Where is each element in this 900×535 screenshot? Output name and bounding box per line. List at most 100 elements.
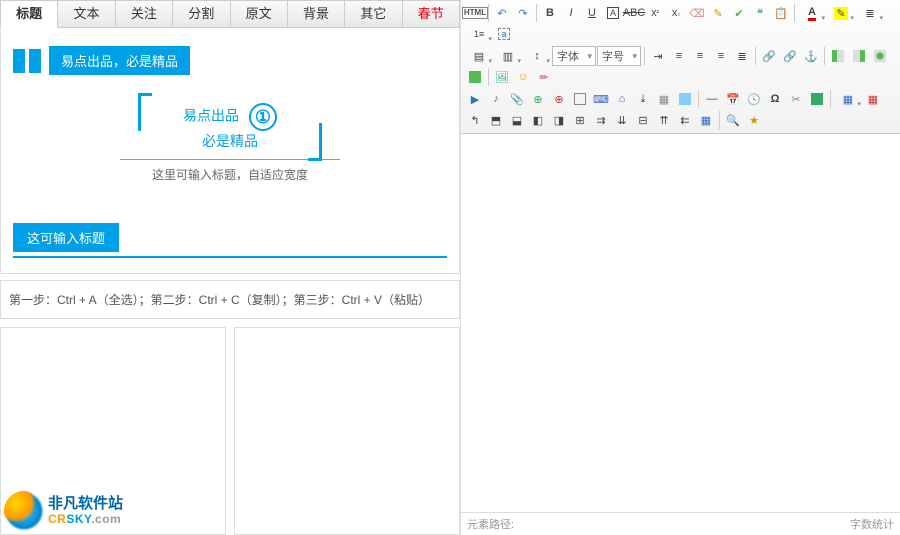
image-center-button[interactable]: [870, 46, 890, 66]
font-family-select[interactable]: 字体: [552, 46, 596, 66]
rowspacing-bottom-button[interactable]: ▥: [494, 46, 522, 66]
tab-other[interactable]: 其它: [345, 0, 402, 28]
tab-title[interactable]: 标题: [0, 0, 58, 28]
snapscreen-button[interactable]: ✂: [786, 89, 806, 109]
site-logo: 非凡软件站 CRSKY.com: [4, 491, 123, 531]
charts-button[interactable]: ▦: [696, 110, 716, 130]
italic-button[interactable]: I: [561, 3, 581, 23]
merge-down-button[interactable]: ⇊: [612, 110, 632, 130]
indent-button[interactable]: ⇥: [648, 46, 668, 66]
superscript-button[interactable]: x²: [645, 3, 665, 23]
underline-button[interactable]: U: [582, 3, 602, 23]
music-button[interactable]: ♪: [486, 89, 506, 109]
image-right-button[interactable]: [849, 46, 869, 66]
insert-table-button[interactable]: ▦: [834, 89, 862, 109]
emoticon-button[interactable]: ☺: [513, 67, 533, 87]
autotype-button[interactable]: ✔: [729, 3, 749, 23]
template-item-1[interactable]: 易点出品，必是精品 易点出品 ① 必是精品 这里可输入标题，自适应宽度: [13, 46, 447, 193]
tab-holiday[interactable]: 春节: [403, 0, 460, 28]
searchreplace-button[interactable]: 🔍: [723, 110, 743, 130]
source-button[interactable]: HTML: [465, 3, 485, 23]
wordimage-button[interactable]: [807, 89, 827, 109]
template-list[interactable]: 易点出品，必是精品 易点出品 ① 必是精品 这里可输入标题，自适应宽度 这可输入…: [0, 28, 460, 274]
attachment-button[interactable]: 📎: [507, 89, 527, 109]
backcolor-button[interactable]: ✎: [827, 3, 855, 23]
logo-line1: 非凡软件站: [48, 496, 123, 513]
insert-row-button[interactable]: ⬒: [486, 110, 506, 130]
scrawl-button[interactable]: ✏: [534, 67, 554, 87]
tpl1-line1: 易点出品: [183, 108, 239, 124]
insert-frame-button[interactable]: [570, 89, 590, 109]
anchor-button[interactable]: ⚓: [801, 46, 821, 66]
selectall-button[interactable]: a: [494, 24, 514, 44]
align-right-button[interactable]: ≡: [711, 46, 731, 66]
background-button[interactable]: [675, 89, 695, 109]
preview-box-2[interactable]: [234, 327, 460, 535]
horizontal-button[interactable]: —: [702, 89, 722, 109]
spechars-button[interactable]: Ω: [765, 89, 785, 109]
delete-table-button[interactable]: ▦: [863, 89, 883, 109]
tpl1-tag: 易点出品，必是精品: [49, 46, 190, 75]
align-justify-button[interactable]: ≣: [732, 46, 752, 66]
editor-body[interactable]: [461, 134, 900, 512]
image-none-button[interactable]: [465, 67, 485, 87]
gmap-button[interactable]: ⊕: [549, 89, 569, 109]
word-count[interactable]: 字数统计: [850, 516, 894, 532]
tpl1-line2: 必是精品: [202, 133, 258, 149]
instructions-bar: 第一步：Ctrl + A（全选）；第二步：Ctrl + C（复制）；第三步：Ct…: [0, 280, 460, 319]
link-button[interactable]: 🔗: [759, 46, 779, 66]
tab-text[interactable]: 文本: [58, 0, 115, 28]
template-item-2[interactable]: 这可输入标题: [13, 223, 447, 258]
font-border-button[interactable]: A: [603, 3, 623, 23]
tab-follow[interactable]: 关注: [116, 0, 173, 28]
split-cols-button[interactable]: ⇇: [675, 110, 695, 130]
template-button[interactable]: ▦: [654, 89, 674, 109]
pasteplain-button[interactable]: 📋: [771, 3, 791, 23]
split-cells-button[interactable]: ⊟: [633, 110, 653, 130]
subscript-button[interactable]: x₂: [666, 3, 686, 23]
clear-format-button[interactable]: ⌫: [687, 3, 707, 23]
element-path[interactable]: 元素路径:: [467, 516, 514, 532]
tab-divider[interactable]: 分割: [173, 0, 230, 28]
insert-col-button[interactable]: ◧: [528, 110, 548, 130]
ordered-list-button[interactable]: 1≡: [465, 24, 493, 44]
format-match-button[interactable]: ✎: [708, 3, 728, 23]
tab-background[interactable]: 背景: [288, 0, 345, 28]
undo-button[interactable]: ↶: [492, 3, 512, 23]
map-button[interactable]: ⊕: [528, 89, 548, 109]
insert-video-button[interactable]: ▶: [465, 89, 485, 109]
font-size-select[interactable]: 字号: [597, 46, 641, 66]
merge-cells-button[interactable]: ⊞: [570, 110, 590, 130]
delete-row-button[interactable]: ⬓: [507, 110, 527, 130]
rowspacing-top-button[interactable]: ▤: [465, 46, 493, 66]
lineheight-button[interactable]: ↕: [523, 46, 551, 66]
date-button[interactable]: 📅: [723, 89, 743, 109]
strike-button[interactable]: ABC: [624, 3, 644, 23]
tpl1-subtitle: 这里可输入标题，自适应宽度: [120, 159, 340, 183]
redo-button[interactable]: ↷: [513, 3, 533, 23]
logo-swoosh-icon: [4, 491, 44, 531]
help-button[interactable]: ★: [744, 110, 764, 130]
image-left-button[interactable]: [828, 46, 848, 66]
tab-source[interactable]: 原文: [231, 0, 288, 28]
time-button[interactable]: 🕓: [744, 89, 764, 109]
bold-button[interactable]: B: [540, 3, 560, 23]
split-rows-button[interactable]: ⇈: [654, 110, 674, 130]
insert-code-button[interactable]: ⌨: [591, 89, 611, 109]
align-left-button[interactable]: ≡: [669, 46, 689, 66]
tpl1-lines: 易点出品 ① 必是精品: [90, 103, 370, 151]
insert-image-button[interactable]: 🖼: [492, 67, 512, 87]
pagebreak-button[interactable]: ⤓: [633, 89, 653, 109]
status-bar: 元素路径: 字数统计: [461, 512, 900, 535]
unlink-button[interactable]: 🔗: [780, 46, 800, 66]
forecolor-button[interactable]: A: [798, 3, 826, 23]
logo-line2: CRSKY.com: [48, 513, 123, 526]
insert-para-before-table-button[interactable]: ↰: [465, 110, 485, 130]
webapp-button[interactable]: ⌂: [612, 89, 632, 109]
align-center-button[interactable]: ≡: [690, 46, 710, 66]
merge-right-button[interactable]: ⇉: [591, 110, 611, 130]
editor-toolbar: HTML ↶ ↷ B I U A ABC x² x₂ ⌫ ✎ ✔ ❝ 📋 A ✎: [461, 0, 900, 134]
delete-col-button[interactable]: ◨: [549, 110, 569, 130]
unordered-list-button[interactable]: ≣: [856, 3, 884, 23]
blockquote-button[interactable]: ❝: [750, 3, 770, 23]
